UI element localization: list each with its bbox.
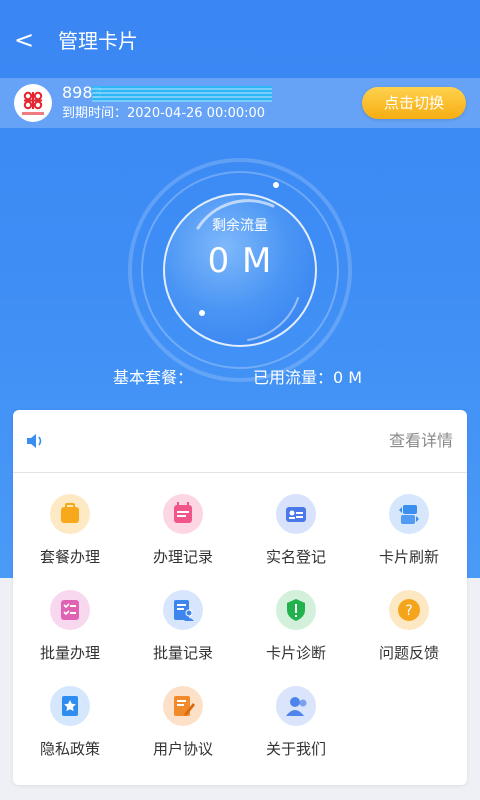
service-panel: 查看详情 套餐办理 办理记录 实名登记 卡片刷新 批量办理 批量记录 卡片诊断 … bbox=[13, 410, 467, 785]
service-record[interactable]: 办理记录 bbox=[128, 494, 238, 574]
service-label: 批量办理 bbox=[39, 644, 100, 662]
service-diagnose[interactable]: 卡片诊断 bbox=[241, 590, 351, 670]
refresh-card-icon bbox=[389, 494, 429, 534]
service-label: 办理记录 bbox=[152, 548, 213, 566]
service-agreement[interactable]: 用户协议 bbox=[128, 686, 238, 766]
view-details-link[interactable]: 查看详情 bbox=[389, 430, 453, 452]
question-icon: ? bbox=[389, 590, 429, 630]
card-number-redaction bbox=[92, 86, 272, 102]
calendar-record-icon bbox=[163, 494, 203, 534]
edit-document-icon bbox=[163, 686, 203, 726]
service-batch[interactable]: 批量办理 bbox=[15, 590, 125, 670]
checklist-icon bbox=[50, 590, 90, 630]
service-label: 套餐办理 bbox=[39, 548, 100, 566]
person-icon bbox=[276, 686, 316, 726]
back-button[interactable]: < bbox=[14, 26, 34, 54]
svg-text:?: ? bbox=[405, 603, 412, 619]
service-refresh[interactable]: 卡片刷新 bbox=[354, 494, 464, 574]
package-icon bbox=[50, 494, 90, 534]
speaker-icon bbox=[27, 434, 42, 448]
user-document-icon bbox=[163, 590, 203, 630]
expire-time: 到期时间：2020-04-26 00:00:00 bbox=[62, 106, 266, 121]
service-about[interactable]: 关于我们 bbox=[241, 686, 351, 766]
service-realname[interactable]: 实名登记 bbox=[241, 494, 351, 574]
service-label: 卡片刷新 bbox=[378, 548, 439, 566]
star-document-icon bbox=[50, 686, 90, 726]
service-privacy[interactable]: 隐私政策 bbox=[15, 686, 125, 766]
switch-card-button[interactable]: 点击切换 bbox=[362, 87, 466, 119]
shield-alert-icon bbox=[276, 590, 316, 630]
service-feedback[interactable]: ? 问题反馈 bbox=[354, 590, 464, 670]
service-label: 问题反馈 bbox=[378, 644, 439, 662]
service-batch-record[interactable]: 批量记录 bbox=[128, 590, 238, 670]
used-traffic-label: 已用流量：0 M bbox=[253, 368, 363, 387]
basic-plan-label: 基本套餐： bbox=[113, 368, 194, 387]
china-unicom-logo bbox=[14, 84, 52, 122]
service-label: 关于我们 bbox=[265, 740, 326, 758]
remaining-traffic-label: 剩余流量 bbox=[212, 218, 268, 234]
service-label: 批量记录 bbox=[152, 644, 213, 662]
service-package[interactable]: 套餐办理 bbox=[15, 494, 125, 574]
page-title: 管理卡片 bbox=[58, 29, 138, 53]
service-label: 实名登记 bbox=[265, 548, 326, 566]
top-bar: < 管理卡片 bbox=[0, 0, 480, 80]
service-label: 卡片诊断 bbox=[265, 644, 326, 662]
service-label: 隐私政策 bbox=[39, 740, 100, 758]
id-card-icon bbox=[276, 494, 316, 534]
notice-bar: 查看详情 bbox=[13, 410, 467, 473]
service-label: 用户协议 bbox=[152, 740, 213, 758]
remaining-traffic-value: 0 M bbox=[207, 241, 273, 281]
